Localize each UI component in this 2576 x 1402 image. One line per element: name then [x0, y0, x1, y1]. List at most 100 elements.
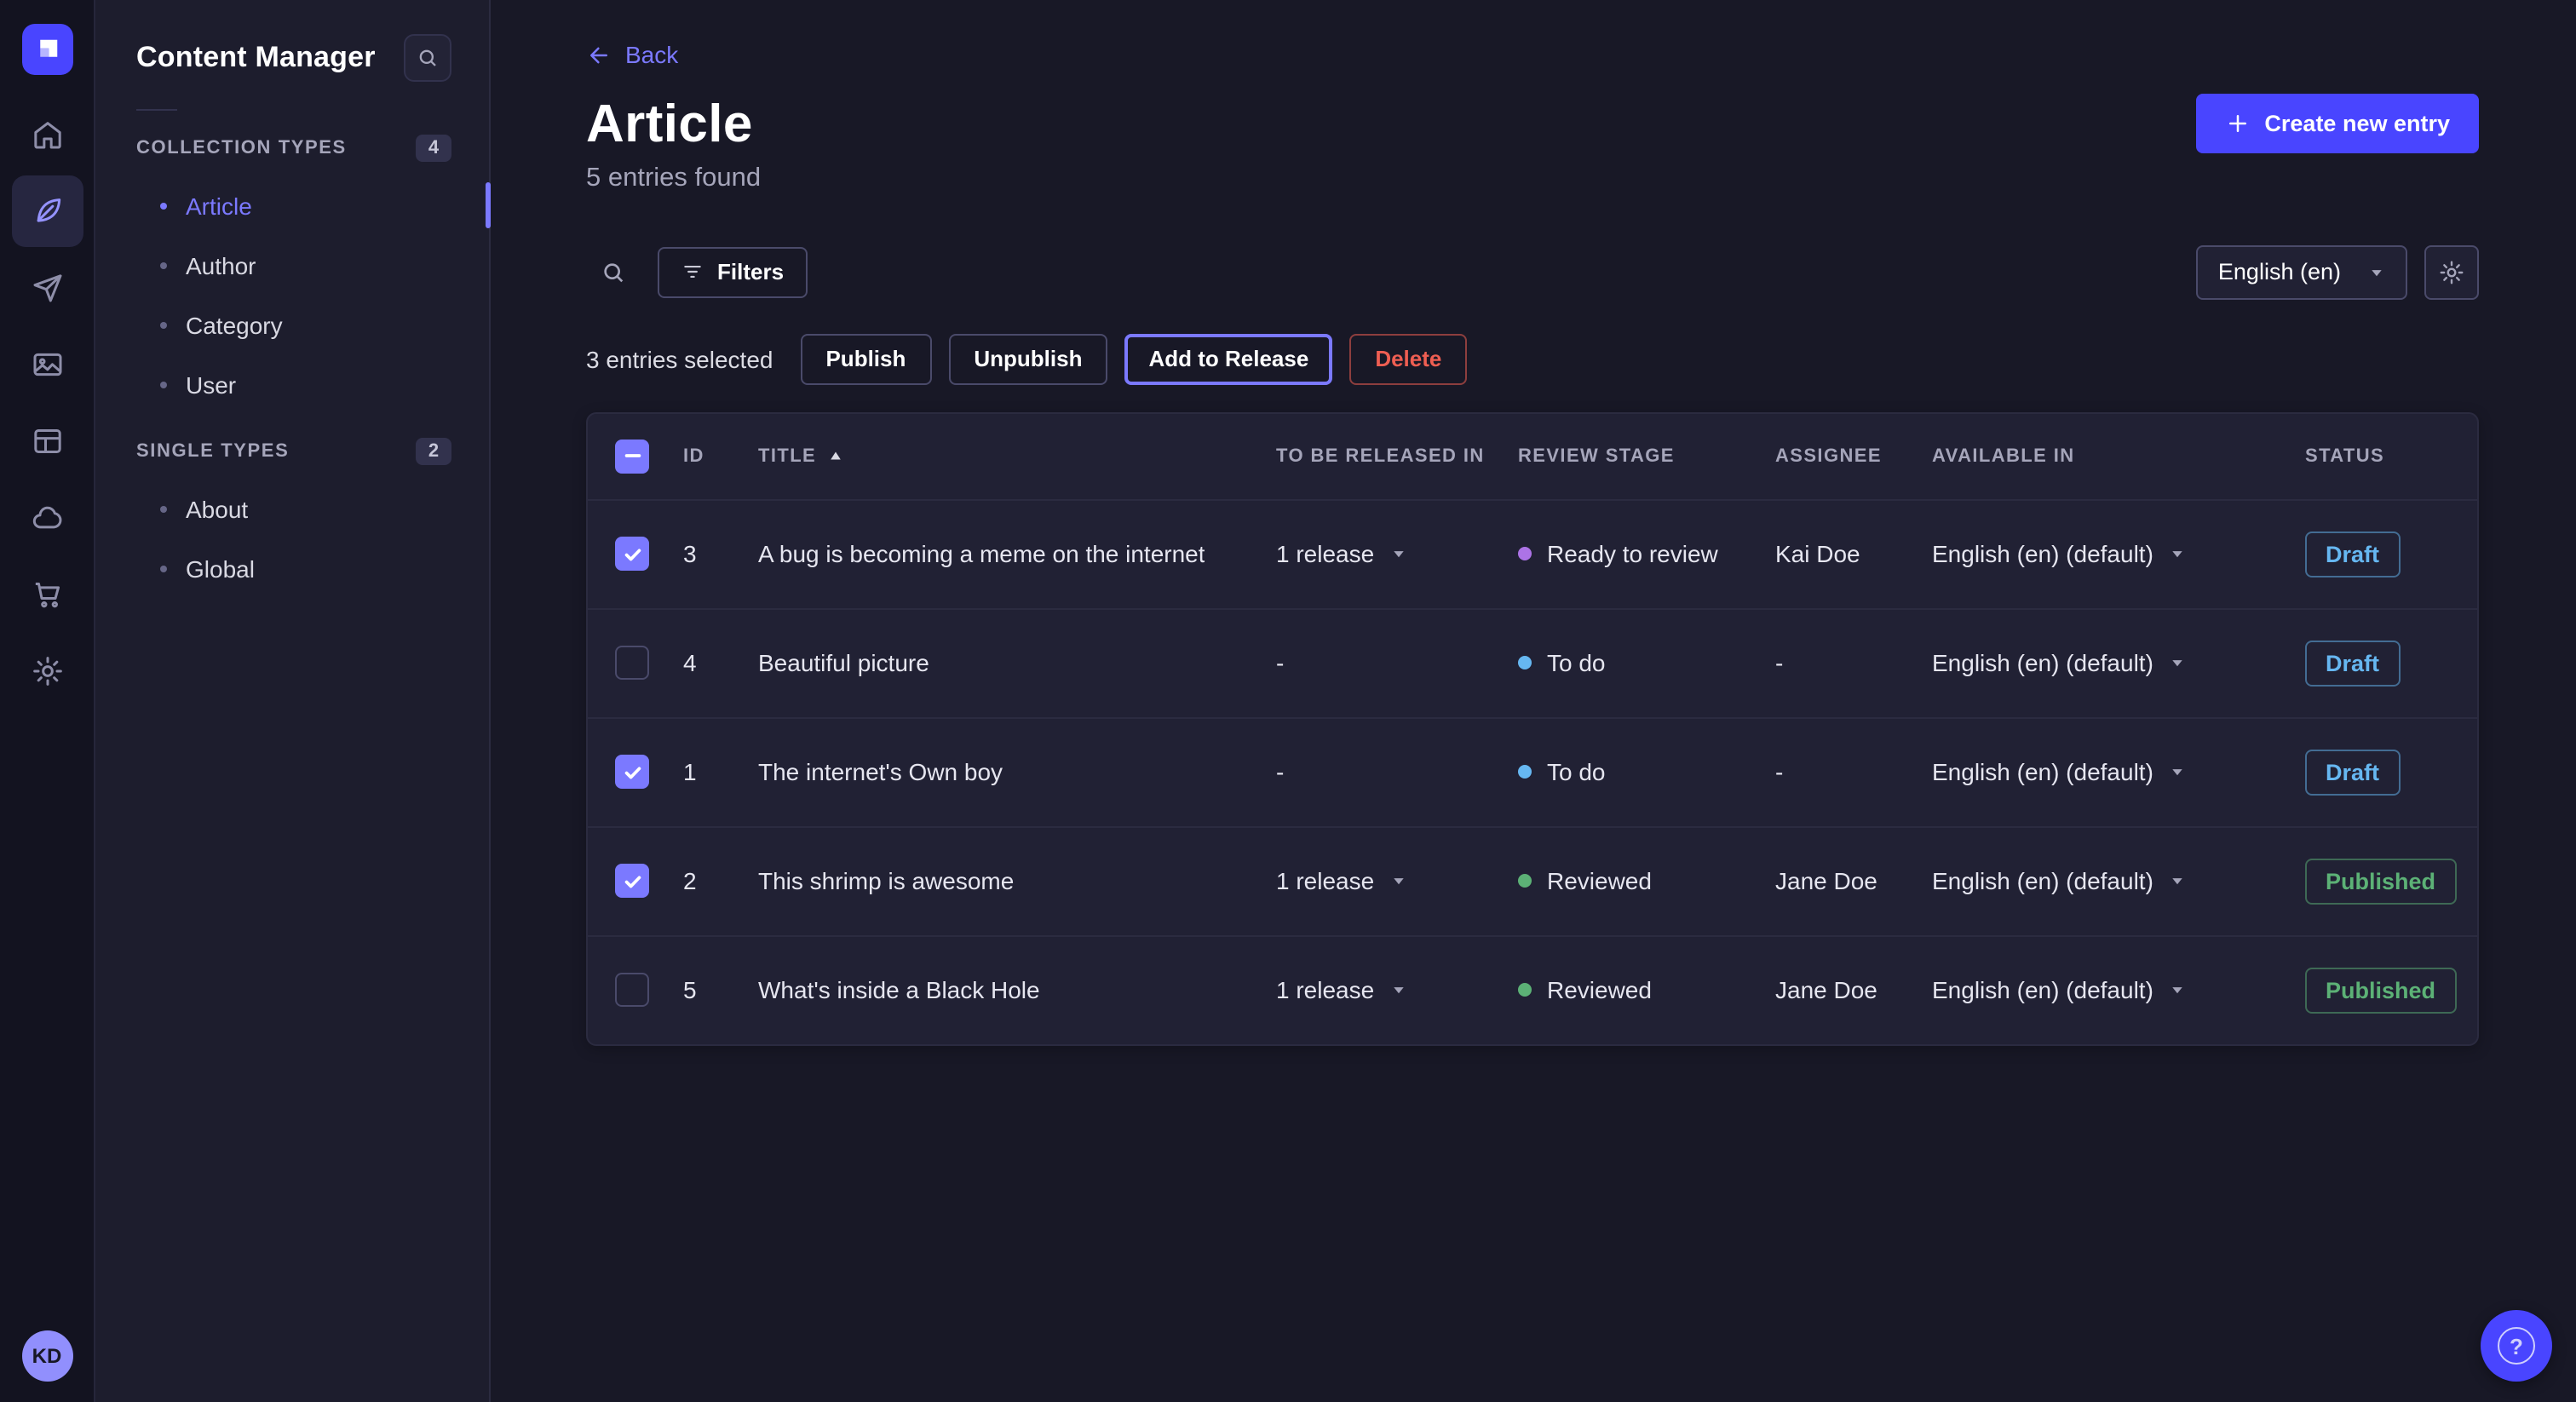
sidebar-item-global[interactable]: Global	[95, 538, 489, 598]
view-settings-button[interactable]	[2424, 244, 2479, 299]
status-badge: Draft	[2305, 749, 2400, 795]
main-nav: KD	[0, 0, 95, 1402]
nav-item-content-type-builder[interactable]	[11, 405, 83, 477]
nav-item-home[interactable]	[11, 99, 83, 170]
page-title: Article	[586, 93, 753, 154]
delete-button[interactable]: Delete	[1349, 333, 1467, 384]
chevron-down-icon	[1389, 981, 1406, 998]
cell-title: Beautiful picture	[758, 649, 1276, 676]
filters-button[interactable]: Filters	[658, 246, 808, 297]
bullet-icon	[160, 202, 167, 209]
create-new-entry-button[interactable]: Create new entry	[2196, 94, 2479, 153]
media-library-icon	[30, 348, 64, 382]
sidebar-item-author[interactable]: Author	[95, 235, 489, 295]
stage-label: Ready to review	[1547, 540, 1718, 567]
chevron-down-icon	[2368, 263, 2385, 280]
sidebar-item-user[interactable]: User	[95, 354, 489, 414]
stage-dot	[1518, 547, 1532, 560]
nav-item-deploy[interactable]	[11, 252, 83, 324]
chevron-down-icon	[2169, 654, 2186, 671]
cell-available-in[interactable]: English (en) (default)	[1932, 649, 2305, 676]
unpublish-button[interactable]: Unpublish	[948, 333, 1107, 384]
cell-assignee: Jane Doe	[1775, 867, 1932, 894]
feather-icon	[30, 194, 64, 228]
cell-review-stage: To do	[1518, 649, 1775, 676]
cell-assignee: -	[1775, 758, 1932, 785]
cell-id: 5	[683, 976, 758, 1003]
column-header-id[interactable]: ID	[683, 445, 758, 466]
column-header-release: TO BE RELEASED IN	[1276, 445, 1518, 466]
sidebar-item-article[interactable]: Article	[95, 175, 489, 235]
help-button[interactable]: ?	[2481, 1310, 2552, 1382]
cell-release: -	[1276, 758, 1518, 785]
table-row[interactable]: 3 A bug is becoming a meme on the intern…	[588, 498, 2477, 607]
subnav-search-button[interactable]	[404, 34, 451, 82]
search-button[interactable]	[586, 244, 641, 299]
row-checkbox[interactable]	[615, 864, 649, 898]
nav-item-content-manager[interactable]	[11, 175, 83, 247]
nav-item-media-library[interactable]	[11, 329, 83, 400]
nav-item-settings[interactable]	[11, 635, 83, 707]
cell-review-stage: To do	[1518, 758, 1775, 785]
main-content: Back Article Create new entry 5 entries …	[491, 0, 2576, 1402]
row-checkbox[interactable]	[615, 973, 649, 1007]
strapi-logo-icon	[21, 24, 72, 75]
table-header-row: ID TITLE TO BE RELEASED IN REVIEW STAGE …	[588, 413, 2477, 498]
table-row[interactable]: 4 Beautiful picture - To do - English (e…	[588, 607, 2477, 716]
list-toolbar: Filters English (en)	[586, 244, 2479, 299]
cell-release[interactable]: 1 release	[1276, 540, 1518, 567]
stage-dot	[1518, 656, 1532, 669]
cell-review-stage: Reviewed	[1518, 867, 1775, 894]
table-row[interactable]: 1 The internet's Own boy - To do - Engli…	[588, 716, 2477, 825]
strapi-logo[interactable]	[0, 0, 94, 99]
cell-available-in[interactable]: English (en) (default)	[1932, 976, 2305, 1003]
row-checkbox[interactable]	[615, 646, 649, 680]
selection-count-text: 3 entries selected	[586, 345, 773, 372]
divider	[136, 109, 177, 111]
search-icon	[416, 46, 440, 70]
filters-label: Filters	[717, 259, 784, 284]
nav-item-cloud[interactable]	[11, 482, 83, 554]
cloud-icon	[30, 501, 64, 535]
table-row[interactable]: 5 What's inside a Black Hole 1 release R…	[588, 934, 2477, 1043]
cell-release[interactable]: 1 release	[1276, 867, 1518, 894]
stage-label: To do	[1547, 758, 1606, 785]
cell-available-in[interactable]: English (en) (default)	[1932, 758, 2305, 785]
cell-available-in[interactable]: English (en) (default)	[1932, 540, 2305, 567]
cell-available-in[interactable]: English (en) (default)	[1932, 867, 2305, 894]
release-label: -	[1276, 649, 1284, 676]
bullet-icon	[160, 381, 167, 388]
cell-release[interactable]: 1 release	[1276, 976, 1518, 1003]
release-label: 1 release	[1276, 976, 1374, 1003]
cell-title: This shrimp is awesome	[758, 867, 1276, 894]
column-header-available-in: AVAILABLE IN	[1932, 445, 2305, 466]
cell-title: A bug is becoming a meme on the internet	[758, 540, 1276, 567]
select-all-checkbox[interactable]	[615, 439, 649, 473]
cell-review-stage: Ready to review	[1518, 540, 1775, 567]
sidebar-item-about[interactable]: About	[95, 479, 489, 538]
back-link[interactable]: Back	[586, 41, 678, 68]
column-header-title[interactable]: TITLE	[758, 445, 1276, 466]
sidebar-item-label: Category	[186, 311, 283, 338]
sidebar-item-category[interactable]: Category	[95, 295, 489, 354]
layout-icon	[30, 424, 64, 458]
column-header-review-stage: REVIEW STAGE	[1518, 445, 1775, 466]
add-to-release-button[interactable]: Add to Release	[1124, 333, 1332, 384]
publish-button[interactable]: Publish	[800, 333, 931, 384]
chevron-down-icon	[2169, 545, 2186, 562]
row-checkbox[interactable]	[615, 537, 649, 571]
stage-label: Reviewed	[1547, 976, 1652, 1003]
bulk-actions-bar: 3 entries selected Publish Unpublish Add…	[586, 333, 2479, 384]
stage-dot	[1518, 983, 1532, 997]
nav-item-marketplace[interactable]	[11, 559, 83, 630]
locale-label: English (en) (default)	[1932, 649, 2153, 676]
cell-title: What's inside a Black Hole	[758, 976, 1276, 1003]
cell-id: 3	[683, 540, 758, 567]
locale-select[interactable]: English (en)	[2196, 244, 2407, 299]
table-row[interactable]: 2 This shrimp is awesome 1 release Revie…	[588, 825, 2477, 934]
row-checkbox[interactable]	[615, 755, 649, 789]
user-avatar[interactable]: KD	[21, 1330, 72, 1382]
question-mark-icon: ?	[2498, 1327, 2535, 1365]
bullet-icon	[160, 261, 167, 268]
filter-icon	[681, 261, 704, 283]
